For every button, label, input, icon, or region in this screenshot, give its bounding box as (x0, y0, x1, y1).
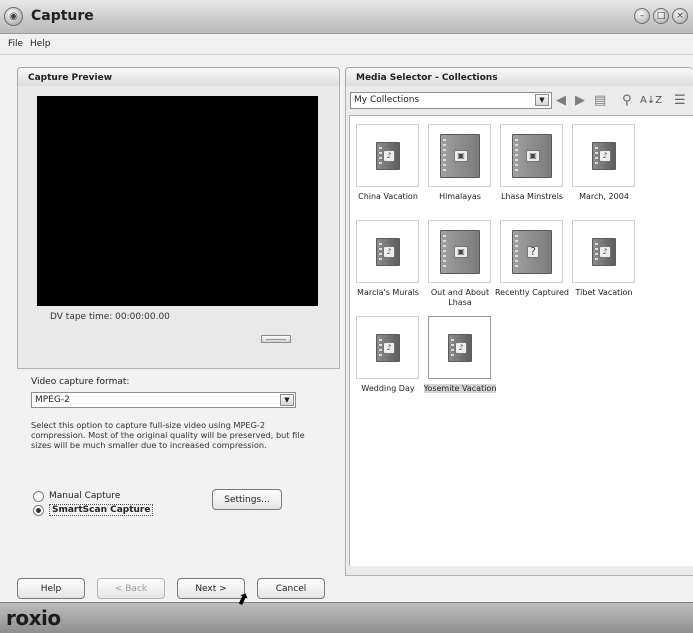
collection-item[interactable]: ? Recently Captured (495, 216, 569, 311)
media-selector-panel: My Collections ▼ ◀ ▶ ▤ ⚲ A↓Z ☰ ♪ China V… (345, 86, 693, 576)
manual-capture-label: Manual Capture (49, 491, 121, 501)
collection-item[interactable]: ▣ Lhasa Minstrels (496, 120, 568, 215)
collection-item[interactable]: ▣ Himalayas (424, 120, 496, 215)
help-button[interactable]: Help (17, 578, 85, 599)
collection-label: Himalayas (439, 192, 481, 201)
question-book-icon: ? (511, 229, 552, 274)
media-selector-header: Media Selector - Collections (345, 67, 693, 87)
large-book-icon: ▣ (511, 133, 552, 178)
collection-label: March, 2004 (579, 192, 629, 201)
collection-item[interactable]: ♪ Marcia's Murals (352, 216, 424, 311)
collection-label: Marcia's Murals (357, 288, 419, 297)
collection-thumbnail: ▣ (500, 124, 563, 187)
format-label: Video capture format: (31, 377, 130, 387)
small-book-icon: ♪ (375, 141, 400, 170)
collection-thumbnail: ▣ (428, 220, 491, 283)
capture-preview-header: Capture Preview (17, 67, 340, 87)
collection-select-value: My Collections (354, 95, 420, 105)
roxio-logo: roxio (6, 606, 61, 630)
window-title: Capture (31, 8, 94, 24)
small-book-icon: ♪ (591, 237, 616, 266)
format-description: Select this option to capture full-size … (31, 420, 305, 450)
video-preview-screen (37, 96, 318, 306)
collection-item[interactable]: ♪ Tibet Vacation (568, 216, 640, 311)
menu-bar: File Help (0, 34, 693, 55)
collection-thumbnail: ♪ (356, 124, 419, 187)
settings-button[interactable]: Settings... (212, 489, 282, 510)
collection-label: Wedding Day (361, 384, 415, 393)
large-book-icon: ▣ (439, 229, 480, 274)
sort-az-icon[interactable]: A↓Z (640, 95, 662, 106)
collection-thumbnail: ♪ (356, 220, 419, 283)
collection-thumbnail: ♪ (572, 124, 635, 187)
format-select[interactable]: MPEG-2 ▼ (31, 392, 296, 408)
up-folder-icon[interactable]: ▤ (594, 93, 606, 108)
back-button[interactable]: < Back (97, 578, 165, 599)
chevron-down-icon[interactable]: ▼ (535, 94, 549, 106)
collection-item[interactable]: ♪ China Vacation (352, 120, 424, 215)
cancel-button[interactable]: Cancel (257, 578, 325, 599)
collection-thumbnail: ▣ (428, 124, 491, 187)
back-arrow-icon[interactable]: ◀ (556, 93, 566, 108)
menu-help[interactable]: Help (30, 39, 51, 49)
collection-label: China Vacation (358, 192, 418, 201)
small-book-icon: ♪ (375, 333, 400, 362)
collection-item[interactable]: ♪ Wedding Day (352, 312, 424, 407)
collection-thumbnail: ♪ (428, 316, 491, 379)
collection-item-selected[interactable]: ♪ Yosemite Vacation (423, 312, 497, 407)
collection-thumbnail: ? (500, 220, 563, 283)
smartscan-capture-option[interactable]: SmartScan Capture (33, 503, 154, 517)
collection-label: Recently Captured (494, 288, 570, 297)
dv-device-icon (261, 335, 291, 343)
manual-capture-radio[interactable] (33, 490, 44, 502)
smartscan-capture-label: SmartScan Capture (49, 504, 154, 516)
collection-thumbnail: ♪ (572, 220, 635, 283)
collections-grid: ♪ China Vacation ▣ Himalayas ▣ Lhasa Min… (349, 115, 693, 566)
forward-arrow-icon[interactable]: ▶ (575, 93, 585, 108)
format-select-value: MPEG-2 (35, 395, 70, 405)
small-book-icon: ♪ (591, 141, 616, 170)
collection-label: Out and About Lhasa (430, 288, 490, 307)
collection-label: Lhasa Minstrels (501, 192, 563, 201)
capture-app-icon: ◉ (4, 7, 23, 26)
tape-time-readout: DV tape time: 00:00:00.00 (50, 312, 170, 322)
collection-select[interactable]: My Collections ▼ (350, 92, 552, 109)
collection-item[interactable]: ♪ March, 2004 (568, 120, 640, 215)
capture-preview-panel: DV tape time: 00:00:00.00 (17, 86, 340, 369)
title-bar: ◉ Capture – □ × (0, 0, 693, 34)
smartscan-capture-radio[interactable] (33, 504, 44, 516)
collection-label: Tibet Vacation (575, 288, 633, 297)
collection-item[interactable]: ▣ Out and About Lhasa (424, 216, 496, 311)
collection-label-text: Yosemite Vacation (423, 384, 497, 393)
view-list-icon[interactable]: ☰ (674, 93, 686, 108)
logo-text: roxio (6, 606, 61, 630)
large-book-icon: ▣ (439, 133, 480, 178)
close-icon[interactable]: × (672, 8, 688, 24)
collection-label: Yosemite Vacation (420, 384, 500, 394)
small-book-icon: ♪ (375, 237, 400, 266)
chevron-down-icon[interactable]: ▼ (280, 394, 294, 406)
collection-thumbnail: ♪ (356, 316, 419, 379)
menu-file[interactable]: File (8, 39, 23, 49)
search-icon[interactable]: ⚲ (622, 93, 632, 108)
brand-bar: roxio (0, 602, 693, 633)
minimize-icon[interactable]: – (634, 8, 650, 24)
maximize-icon[interactable]: □ (653, 8, 669, 24)
small-book-icon: ♪ (447, 333, 472, 362)
manual-capture-option[interactable]: Manual Capture (33, 489, 120, 503)
